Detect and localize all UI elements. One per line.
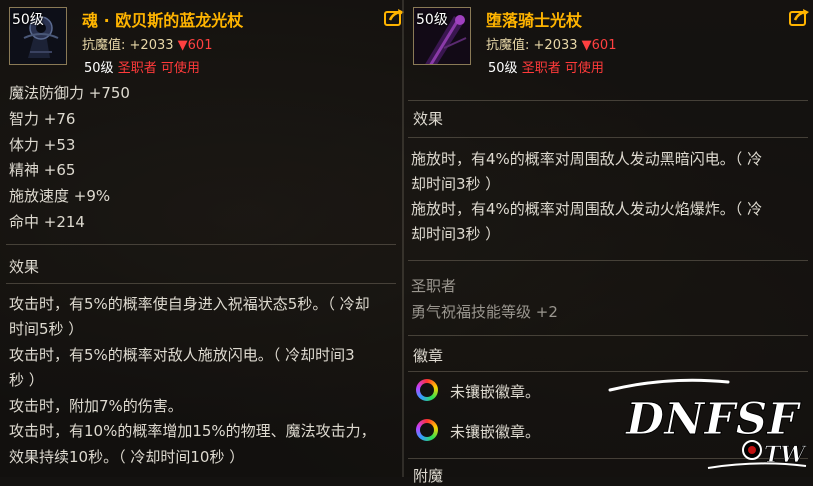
emblem-title: 徽章 <box>413 347 444 365</box>
anti-magic-stat: 抗魔值: +2033 ▼601 <box>82 34 212 53</box>
effect-line: 施放时，有4%的概率对周围敌人发动火焰爆炸。（ 冷 <box>411 200 763 218</box>
anti-magic-label: 抗魔值: <box>486 38 530 53</box>
effect-line: 攻击时，有5%的概率使自身进入祝福状态5秒。（ 冷却 <box>9 295 370 313</box>
effect-line: 却时间3秒 ） <box>411 225 501 243</box>
anti-magic-value: +2033 <box>129 38 174 53</box>
emblem-socket-icon[interactable] <box>416 379 438 401</box>
anti-magic-stat: 抗魔值: +2033 ▼601 <box>486 34 616 53</box>
effect-line: 却时间3秒 ） <box>411 175 501 193</box>
divider <box>408 137 808 138</box>
item-name: 堕落骑士光杖 <box>486 11 583 30</box>
class-title: 圣职者 <box>411 277 457 295</box>
stat-line: 施放速度 +9% <box>9 187 111 205</box>
divider <box>408 335 808 336</box>
share-icon[interactable] <box>789 8 810 26</box>
divider <box>408 100 808 101</box>
stat-line: 魔法防御力 +750 <box>9 84 130 102</box>
emblem-slot-text: 未镶嵌徽章。 <box>450 383 541 401</box>
requirement-line: 50级 圣职者 可使用 <box>84 57 200 76</box>
emblem-socket-icon[interactable] <box>416 419 438 441</box>
level-badge: 50级 <box>12 12 44 28</box>
divider <box>6 283 396 284</box>
divider <box>6 244 396 245</box>
item-name: 魂 · 欧贝斯的蓝龙光杖 <box>82 11 244 30</box>
item-tooltip-left: 50级 魂 · 欧贝斯的蓝龙光杖 抗魔值: +2033 ▼601 50级 圣职者… <box>0 0 404 477</box>
anti-magic-delta: ▼601 <box>177 38 213 53</box>
emblem-slot-text: 未镶嵌徽章。 <box>450 423 541 441</box>
class-skill-bonus: 勇气祝福技能等级 +2 <box>411 303 558 321</box>
effect-title: 效果 <box>9 258 40 276</box>
required-level: 50级 <box>488 61 518 76</box>
required-class: 圣职者 可使用 <box>521 61 604 76</box>
effect-title: 效果 <box>413 110 444 128</box>
divider <box>408 260 808 261</box>
effect-line: 效果持续10秒。（ 冷却时间10秒 ） <box>9 448 245 466</box>
required-level: 50级 <box>84 61 114 76</box>
level-badge: 50级 <box>416 12 448 28</box>
anti-magic-label: 抗魔值: <box>82 38 126 53</box>
stat-line: 命中 +214 <box>9 213 85 231</box>
effect-line: 攻击时，有5%的概率对敌人施放闪电。（ 冷却时间3 <box>9 346 355 364</box>
item-icon-right[interactable]: 50级 <box>413 7 471 65</box>
effect-line: 时间5秒 ） <box>9 320 84 338</box>
stat-line: 智力 +76 <box>9 110 76 128</box>
requirement-line: 50级 圣职者 可使用 <box>488 57 604 76</box>
effect-line: 施放时，有4%的概率对周围敌人发动黑暗闪电。（ 冷 <box>411 150 763 168</box>
effect-line: 攻击时，有10%的概率增加15%的物理、魔法攻击力， <box>9 422 376 440</box>
dnfsf-watermark-logo: DNFSF TW <box>608 378 808 469</box>
item-icon-left[interactable]: 50级 <box>9 7 67 65</box>
required-class: 圣职者 可使用 <box>117 61 200 76</box>
stat-line: 精神 +65 <box>9 161 76 179</box>
anti-magic-delta: ▼601 <box>581 38 617 53</box>
effect-line: 秒 ） <box>9 371 44 389</box>
anti-magic-value: +2033 <box>533 38 578 53</box>
effect-line: 攻击时，附加7%的伤害。 <box>9 397 183 415</box>
watermark-brand: DNFSF <box>624 394 801 445</box>
enchant-title: 附魔 <box>413 467 444 485</box>
stat-line: 体力 +53 <box>9 136 76 154</box>
